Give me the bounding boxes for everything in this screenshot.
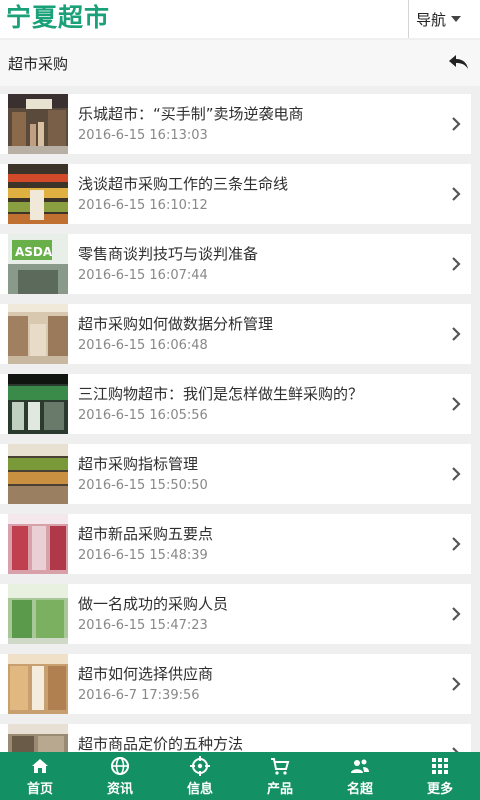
article-thumbnail [8, 584, 68, 644]
chevron-right-icon [452, 397, 461, 411]
article-title: 零售商谈判技巧与谈判准备 [78, 245, 259, 263]
tab-label: 更多 [426, 781, 453, 797]
back-arrow-icon[interactable] [446, 52, 470, 72]
article-title: 做一名成功的采购人员 [78, 595, 229, 613]
article-thumbnail [8, 304, 68, 364]
tab-label: 信息 [186, 781, 213, 797]
section-title: 超市采购 [8, 55, 69, 73]
article-item[interactable]: 超市采购如何做数据分析管理 2016-6-15 16:06:48 [0, 304, 471, 364]
tab-label: 产品 [266, 781, 293, 797]
article-thumbnail [8, 374, 68, 434]
article-date: 2016-6-15 15:50:50 [78, 478, 208, 493]
article-title: 超市如何选择供应商 [78, 665, 214, 683]
target-icon [190, 755, 210, 776]
article-title: 超市采购指标管理 [78, 455, 199, 473]
chevron-right-icon [452, 467, 461, 481]
article-date: 2016-6-15 16:05:56 [78, 408, 208, 423]
article-title: 浅谈超市采购工作的三条生命线 [78, 175, 289, 193]
caret-down-icon [451, 16, 462, 22]
article-item[interactable]: 超市如何选择供应商 2016-6-7 17:39:56 [0, 654, 471, 714]
globe-icon [111, 756, 129, 775]
tab-info[interactable]: 信息 [160, 752, 240, 800]
chevron-right-icon [452, 257, 461, 271]
article-date: 2016-6-15 16:10:12 [78, 198, 208, 213]
article-title: 三江购物超市：我们是怎样做生鲜采购的？ [78, 385, 364, 403]
svg-text:ASDA: ASDA [15, 245, 53, 259]
article-thumbnail [8, 514, 68, 574]
article-title: 乐城超市：“买手制”卖场逆袭电商 [78, 105, 304, 123]
article-item[interactable]: 超市商品定价的五种方法 [0, 724, 471, 752]
chevron-right-icon [452, 327, 461, 341]
article-item[interactable]: 三江购物超市：我们是怎样做生鲜采购的？ 2016-6-15 16:05:56 [0, 374, 471, 434]
chevron-right-icon [452, 537, 461, 551]
article-thumbnail [8, 94, 68, 154]
home-icon [32, 758, 48, 773]
tab-news[interactable]: 资讯 [80, 752, 160, 800]
users-icon [351, 759, 369, 773]
tab-products[interactable]: 产品 [240, 752, 320, 800]
chevron-right-icon [452, 187, 461, 201]
section-header: 超市采购 [0, 40, 480, 86]
article-list: 乐城超市：“买手制”卖场逆袭电商 2016-6-15 16:13:03 浅谈超市… [0, 86, 480, 752]
nav-menu-label: 导航 [416, 10, 447, 29]
article-title: 超市商品定价的五种方法 [78, 735, 244, 752]
tab-home[interactable]: 首页 [0, 752, 80, 800]
header-divider [408, 0, 409, 38]
article-item[interactable]: 超市采购指标管理 2016-6-15 15:50:50 [0, 444, 471, 504]
article-date: 2016-6-15 15:48:39 [78, 548, 208, 563]
article-thumbnail [8, 654, 68, 714]
article-thumbnail [8, 444, 68, 504]
article-date: 2016-6-15 16:13:03 [78, 128, 208, 143]
article-date: 2016-6-7 17:39:56 [78, 688, 200, 703]
article-item[interactable]: ASDA 零售商谈判技巧与谈判准备 2016-6-15 16:07:44 [0, 234, 471, 294]
article-thumbnail [8, 724, 68, 752]
article-date: 2016-6-15 15:47:23 [78, 618, 208, 633]
chevron-right-icon [452, 607, 461, 621]
tab-more[interactable]: 更多 [400, 752, 480, 800]
article-title: 超市采购如何做数据分析管理 [78, 315, 274, 333]
chevron-right-icon [452, 677, 461, 691]
article-thumbnail: ASDA [8, 234, 68, 294]
top-header: 宁夏超市 导航 [0, 0, 480, 38]
article-title: 超市新品采购五要点 [78, 525, 214, 543]
tab-famous-stores[interactable]: 名超 [320, 752, 400, 800]
nav-menu-button[interactable]: 导航 [416, 0, 480, 38]
grid-icon [432, 757, 448, 774]
tab-label: 首页 [26, 781, 53, 797]
article-item[interactable]: 做一名成功的采购人员 2016-6-15 15:47:23 [0, 584, 471, 644]
tab-label: 资讯 [106, 781, 133, 797]
article-item[interactable]: 乐城超市：“买手制”卖场逆袭电商 2016-6-15 16:13:03 [0, 94, 471, 154]
cart-icon [271, 757, 290, 775]
article-item[interactable]: 浅谈超市采购工作的三条生命线 2016-6-15 16:10:12 [0, 164, 471, 224]
bottom-nav: 首页 资讯 信息 产品 名超 更多 [0, 752, 480, 800]
article-date: 2016-6-15 16:06:48 [78, 338, 208, 353]
tab-label: 名超 [346, 781, 373, 797]
article-item[interactable]: 超市新品采购五要点 2016-6-15 15:48:39 [0, 514, 471, 574]
chevron-right-icon [452, 117, 461, 131]
article-thumbnail [8, 164, 68, 224]
article-date: 2016-6-15 16:07:44 [78, 268, 208, 283]
site-logo[interactable]: 宁夏超市 [6, 2, 110, 34]
